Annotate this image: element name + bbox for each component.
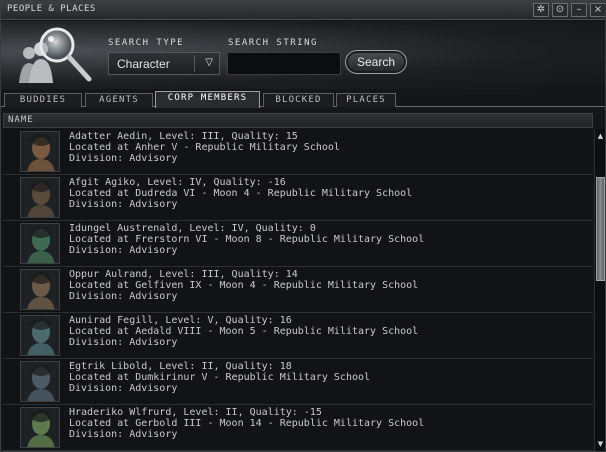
member-division: Division: Advisory [69, 337, 178, 348]
select-divider [194, 55, 195, 72]
list-item[interactable]: Aunirad Fegill, Level: V, Quality: 16 Loc… [3, 313, 593, 359]
member-location: Located at Aedald VIII - Moon 5 - Republ… [69, 326, 419, 337]
portrait-image [21, 224, 59, 263]
avatar[interactable] [20, 361, 60, 402]
corp-members-list: Adatter Aedin, Level: III, Quality: 15 Lo… [3, 129, 593, 451]
close-icon[interactable]: × [590, 3, 605, 17]
member-location: Located at Frerstorn VI - Moon 8 - Repub… [69, 234, 425, 245]
search-type-value: Character [117, 57, 170, 71]
portrait-image [21, 408, 59, 447]
tab-bar: BUDDIES AGENTS CORP MEMBERS BLOCKED PLAC… [1, 91, 605, 108]
avatar[interactable] [20, 177, 60, 218]
avatar[interactable] [20, 315, 60, 356]
search-type-select[interactable]: Character ▽ [108, 52, 220, 75]
tab-corp-members[interactable]: CORP MEMBERS [155, 91, 260, 108]
scrollbar-thumb[interactable] [596, 177, 605, 281]
member-division: Division: Advisory [69, 199, 178, 210]
column-header-label: NAME [8, 115, 34, 125]
settings-icon[interactable]: ✲ [533, 3, 549, 17]
member-name-level-quality: Afgit Agiko, Level: IV, Quality: -16 [69, 177, 286, 188]
portrait-image [21, 132, 59, 171]
list-item[interactable]: Egtrik Libold, Level: II, Quality: 18 Loc… [3, 359, 593, 405]
scroll-down-icon[interactable]: ▼ [596, 439, 605, 449]
tab-blocked[interactable]: BLOCKED [263, 93, 334, 107]
people-and-places-logo-icon [19, 27, 92, 83]
search-header: SEARCH TYPE SEARCH STRING Character ▽ Se… [1, 21, 605, 89]
member-name-level-quality: Egtrik Libold, Level: II, Quality: 18 [69, 361, 292, 372]
portrait-image [21, 270, 59, 309]
portrait-image [21, 178, 59, 217]
member-location: Located at Gerbold III - Moon 14 - Repub… [69, 418, 425, 429]
member-location: Located at Dumkirinur V - Republic Milit… [69, 372, 371, 383]
scroll-up-icon[interactable]: ▲ [596, 131, 605, 141]
column-header-name[interactable]: NAME [3, 113, 593, 128]
scrollbar[interactable]: ▲ ▼ [594, 129, 605, 451]
list-item[interactable]: Afgit Agiko, Level: IV, Quality: -16 Loca… [3, 175, 593, 221]
member-name-level-quality: Hraderiko Wlfrurd, Level: II, Quality: -… [69, 407, 322, 418]
tab-buddies[interactable]: BUDDIES [4, 93, 82, 107]
member-name-level-quality: Aunirad Fegill, Level: V, Quality: 16 [69, 315, 292, 326]
list-item[interactable]: Oppur Aulrand, Level: III, Quality: 14 Lo… [3, 267, 593, 313]
member-division: Division: Advisory [69, 153, 178, 164]
minimize-icon[interactable]: – [571, 3, 587, 17]
list-item[interactable]: Hraderiko Wlfrurd, Level: II, Quality: -… [3, 405, 593, 451]
tab-agents[interactable]: AGENTS [85, 93, 153, 107]
member-division: Division: Advisory [69, 429, 178, 440]
search-string-input[interactable] [227, 52, 341, 75]
search-type-label: SEARCH TYPE [108, 38, 185, 48]
member-name-level-quality: Oppur Aulrand, Level: III, Quality: 14 [69, 269, 298, 280]
member-division: Division: Advisory [69, 291, 178, 302]
member-division: Division: Advisory [69, 245, 178, 256]
list-item[interactable]: Idungel Austrenald, Level: IV, Quality: … [3, 221, 593, 267]
member-name-level-quality: Idungel Austrenald, Level: IV, Quality: … [69, 223, 316, 234]
member-name-level-quality: Adatter Aedin, Level: III, Quality: 15 [69, 131, 298, 142]
avatar[interactable] [20, 131, 60, 172]
window-title: PEOPLE & PLACES [7, 4, 96, 14]
portrait-image [21, 316, 59, 355]
avatar[interactable] [20, 223, 60, 264]
people-and-places-window: PEOPLE & PLACES ✲ ⊙ – × SEARCH TYPE SEAR… [0, 0, 606, 452]
chevron-down-icon[interactable]: ▽ [205, 57, 213, 68]
info-icon[interactable]: ⊙ [552, 3, 568, 17]
avatar[interactable] [20, 407, 60, 448]
member-location: Located at Dudreda VI - Moon 4 - Republi… [69, 188, 413, 199]
tab-places[interactable]: PLACES [336, 93, 396, 107]
list-item[interactable]: Adatter Aedin, Level: III, Quality: 15 Lo… [3, 129, 593, 175]
member-location: Located at Gelfiven IX - Moon 4 - Republ… [69, 280, 419, 291]
search-string-label: SEARCH STRING [228, 38, 318, 48]
title-bar[interactable]: PEOPLE & PLACES ✲ ⊙ – × [1, 1, 605, 20]
member-location: Located at Anher V - Republic Military S… [69, 142, 340, 153]
search-button[interactable]: Search [345, 50, 407, 74]
avatar[interactable] [20, 269, 60, 310]
portrait-image [21, 362, 59, 401]
member-division: Division: Advisory [69, 383, 178, 394]
